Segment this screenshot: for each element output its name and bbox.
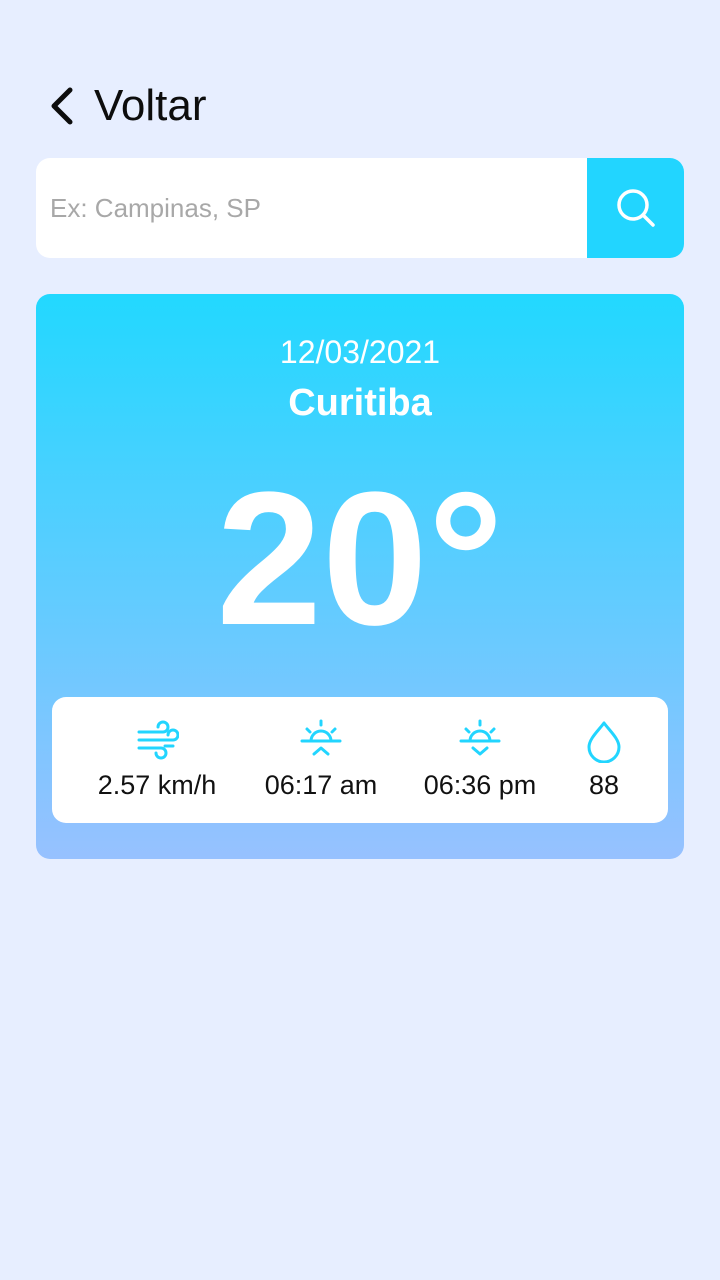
- back-label: Voltar: [94, 81, 207, 130]
- temperature: 20°: [216, 453, 504, 665]
- wind-icon: [137, 720, 179, 760]
- sunrise-icon: [300, 719, 342, 756]
- weather-card: 12/03/2021 Curitiba 20° 2.57 km/h 06:17 …: [36, 294, 684, 859]
- wind-speed: 2.57 km/h: [97, 770, 217, 800]
- sunrise-detail: 06:17 am: [231, 697, 411, 823]
- back-button[interactable]: Voltar: [46, 80, 207, 132]
- weather-date: 12/03/2021: [279, 334, 441, 370]
- search-bar: [36, 158, 684, 258]
- droplet-icon: [587, 721, 621, 763]
- search-button[interactable]: [587, 158, 684, 258]
- search-input[interactable]: [36, 158, 587, 258]
- wind-detail: 2.57 km/h: [67, 697, 247, 823]
- sunrise-time: 06:17 am: [264, 770, 378, 800]
- chevron-left-icon: [51, 87, 73, 125]
- city-name: Curitiba: [288, 382, 432, 424]
- humidity-value: 88: [588, 770, 620, 800]
- weather-details: 2.57 km/h 06:17 am 06:36 pm 88: [52, 697, 668, 823]
- humidity-detail: 88: [514, 697, 694, 823]
- search-icon: [616, 189, 655, 227]
- sunset-icon: [459, 719, 501, 756]
